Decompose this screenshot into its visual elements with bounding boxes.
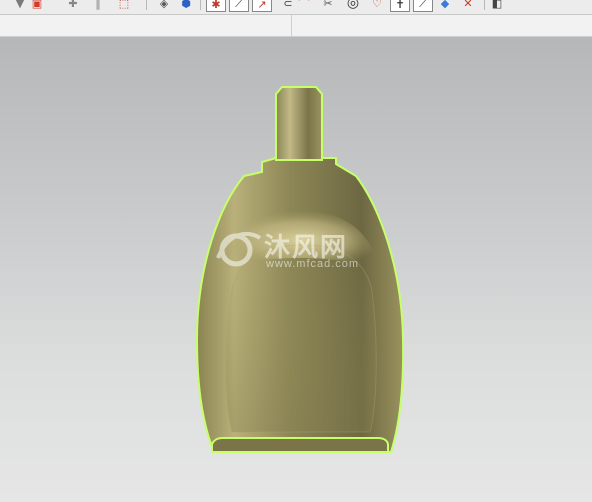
snap-line-icon[interactable]: ‖	[92, 0, 104, 10]
box-select-icon[interactable]: ⬚	[116, 0, 132, 10]
snap-point-icon[interactable]: ✚	[66, 0, 80, 10]
shaded-icon[interactable]: ⬢	[178, 0, 194, 10]
tab-divider	[291, 15, 292, 36]
wireframe-icon[interactable]: ◈	[156, 0, 172, 10]
plane-icon[interactable]: ◆	[437, 0, 453, 10]
heart-icon[interactable]: ♡	[369, 0, 385, 10]
toolbar-separator	[200, 0, 201, 10]
watermark: 沐风网 www.mfcad.com	[214, 228, 358, 270]
main-toolbar: ▼ ▣ ✚ ‖ ⬚ ◈ ⬢ ✱ ⟋ ↗ ⊂ ⌒ ✂ ◎ ♡ ✝ ⟋ ◆ ✕ ◧	[0, 0, 592, 15]
select-icon[interactable]: ▣	[30, 0, 44, 10]
line-icon[interactable]: ⟋	[413, 0, 433, 12]
circle-icon[interactable]: ◎	[343, 0, 363, 11]
toolbar-separator	[146, 0, 147, 10]
view-icon[interactable]: ◧	[490, 0, 504, 10]
point-icon[interactable]: ✝	[390, 0, 410, 12]
watermark-url: www.mfcad.com	[266, 258, 360, 270]
arc-icon[interactable]: ⊂	[282, 0, 294, 10]
graphics-viewport[interactable]: 沐风网 www.mfcad.com	[0, 37, 592, 502]
filter-icon[interactable]: ▼	[14, 0, 26, 10]
sketch-arrow-icon[interactable]: ↗	[252, 0, 272, 12]
watermark-logo-icon	[216, 231, 262, 267]
curve-icon[interactable]: ⌒	[296, 0, 312, 10]
bottle-base	[211, 437, 389, 453]
axis-icon[interactable]: ✕	[459, 0, 477, 10]
bottle-neck[interactable]	[275, 86, 323, 161]
feature-icon[interactable]: ✱	[206, 0, 226, 12]
document-tab-strip	[0, 15, 592, 37]
toolbar-separator	[484, 0, 485, 10]
sketch-line-icon[interactable]: ⟋	[229, 0, 249, 12]
trim-icon[interactable]: ✂	[322, 0, 334, 10]
front-panel	[225, 244, 377, 433]
